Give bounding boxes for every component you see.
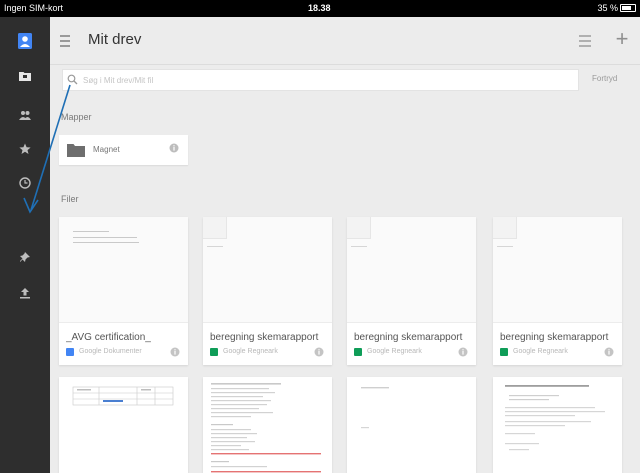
carrier-label: Ingen SIM-kort bbox=[4, 3, 64, 13]
file-card[interactable] bbox=[347, 377, 476, 473]
battery-percent: 35 % bbox=[597, 3, 618, 13]
sidebar-item-account[interactable] bbox=[0, 23, 50, 59]
search-input[interactable] bbox=[83, 72, 563, 88]
menu-button[interactable] bbox=[58, 33, 76, 49]
clock-icon bbox=[19, 177, 31, 189]
file-thumbnail bbox=[347, 217, 476, 323]
search-box[interactable] bbox=[62, 69, 579, 91]
file-thumbnail bbox=[59, 217, 188, 323]
file-thumbnail bbox=[493, 217, 622, 323]
file-type: Google Regneark bbox=[513, 348, 568, 355]
file-thumbnail bbox=[59, 377, 188, 473]
sidebar-item-starred[interactable] bbox=[0, 131, 50, 167]
files-section-label: Filer bbox=[61, 194, 79, 204]
search-icon bbox=[67, 74, 78, 85]
sidebar-item-uploads[interactable] bbox=[0, 275, 50, 311]
info-icon[interactable] bbox=[458, 347, 468, 357]
add-button[interactable]: + bbox=[610, 27, 634, 51]
battery-icon bbox=[620, 4, 636, 12]
document-preview bbox=[505, 385, 605, 451]
menu-icon bbox=[60, 35, 70, 37]
file-name: _AVG certification_ bbox=[66, 332, 151, 343]
list-view-icon bbox=[579, 35, 591, 37]
folder-item[interactable]: Magnet bbox=[59, 135, 188, 165]
document-preview bbox=[361, 387, 389, 429]
main-content: Mit drev + Fortryd Mapper Magnet File bbox=[50, 17, 640, 473]
file-type: Google Dokumenter bbox=[79, 348, 142, 355]
list-view-button[interactable] bbox=[577, 33, 593, 49]
file-thumbnail bbox=[203, 377, 332, 473]
folder-icon bbox=[67, 144, 85, 157]
account-icon bbox=[18, 33, 32, 49]
top-bar: Mit drev + bbox=[50, 17, 640, 65]
file-name: beregning skemarapport bbox=[500, 332, 609, 343]
sheets-icon bbox=[210, 348, 218, 356]
sidebar-item-offline[interactable] bbox=[0, 239, 50, 275]
docs-icon bbox=[66, 348, 74, 356]
file-card[interactable] bbox=[59, 377, 188, 473]
file-card[interactable]: beregning skemarapport Google Regneark bbox=[347, 217, 476, 365]
sheets-icon bbox=[354, 348, 362, 356]
people-icon bbox=[19, 111, 31, 120]
info-icon[interactable] bbox=[170, 347, 180, 357]
clock: 18.38 bbox=[308, 3, 331, 13]
file-card[interactable]: beregning skemarapport Google Regneark bbox=[203, 217, 332, 365]
drive-folder-icon bbox=[19, 72, 31, 81]
file-card[interactable]: _AVG certification_ Google Dokumenter bbox=[59, 217, 188, 365]
sidebar-item-recent[interactable] bbox=[0, 165, 50, 201]
status-bar: Ingen SIM-kort 18.38 35 % bbox=[0, 0, 640, 17]
info-icon[interactable] bbox=[169, 143, 179, 153]
document-preview bbox=[211, 383, 321, 473]
file-type: Google Regneark bbox=[367, 348, 422, 355]
file-thumbnail bbox=[347, 377, 476, 473]
folder-name: Magnet bbox=[93, 145, 120, 154]
file-thumbnail bbox=[493, 377, 622, 473]
star-icon bbox=[19, 143, 31, 154]
plus-icon: + bbox=[615, 26, 629, 51]
navigation-rail bbox=[0, 17, 50, 473]
file-name: beregning skemarapport bbox=[210, 332, 319, 343]
search-row: Fortryd bbox=[62, 69, 629, 91]
info-icon[interactable] bbox=[604, 347, 614, 357]
sidebar-item-shared[interactable] bbox=[0, 97, 50, 133]
file-card[interactable] bbox=[203, 377, 332, 473]
table-preview bbox=[72, 386, 174, 406]
upload-icon bbox=[20, 288, 30, 299]
sidebar-item-my-drive[interactable] bbox=[0, 58, 50, 94]
file-thumbnail bbox=[203, 217, 332, 323]
file-type: Google Regneark bbox=[223, 348, 278, 355]
pin-icon bbox=[20, 252, 30, 262]
file-name: beregning skemarapport bbox=[354, 332, 463, 343]
file-card[interactable]: beregning skemarapport Google Regneark bbox=[493, 217, 622, 365]
folders-section-label: Mapper bbox=[61, 112, 92, 122]
page-title: Mit drev bbox=[88, 31, 142, 48]
sheets-icon bbox=[500, 348, 508, 356]
info-icon[interactable] bbox=[314, 347, 324, 357]
cancel-button[interactable]: Fortryd bbox=[592, 74, 617, 83]
file-card[interactable] bbox=[493, 377, 622, 473]
